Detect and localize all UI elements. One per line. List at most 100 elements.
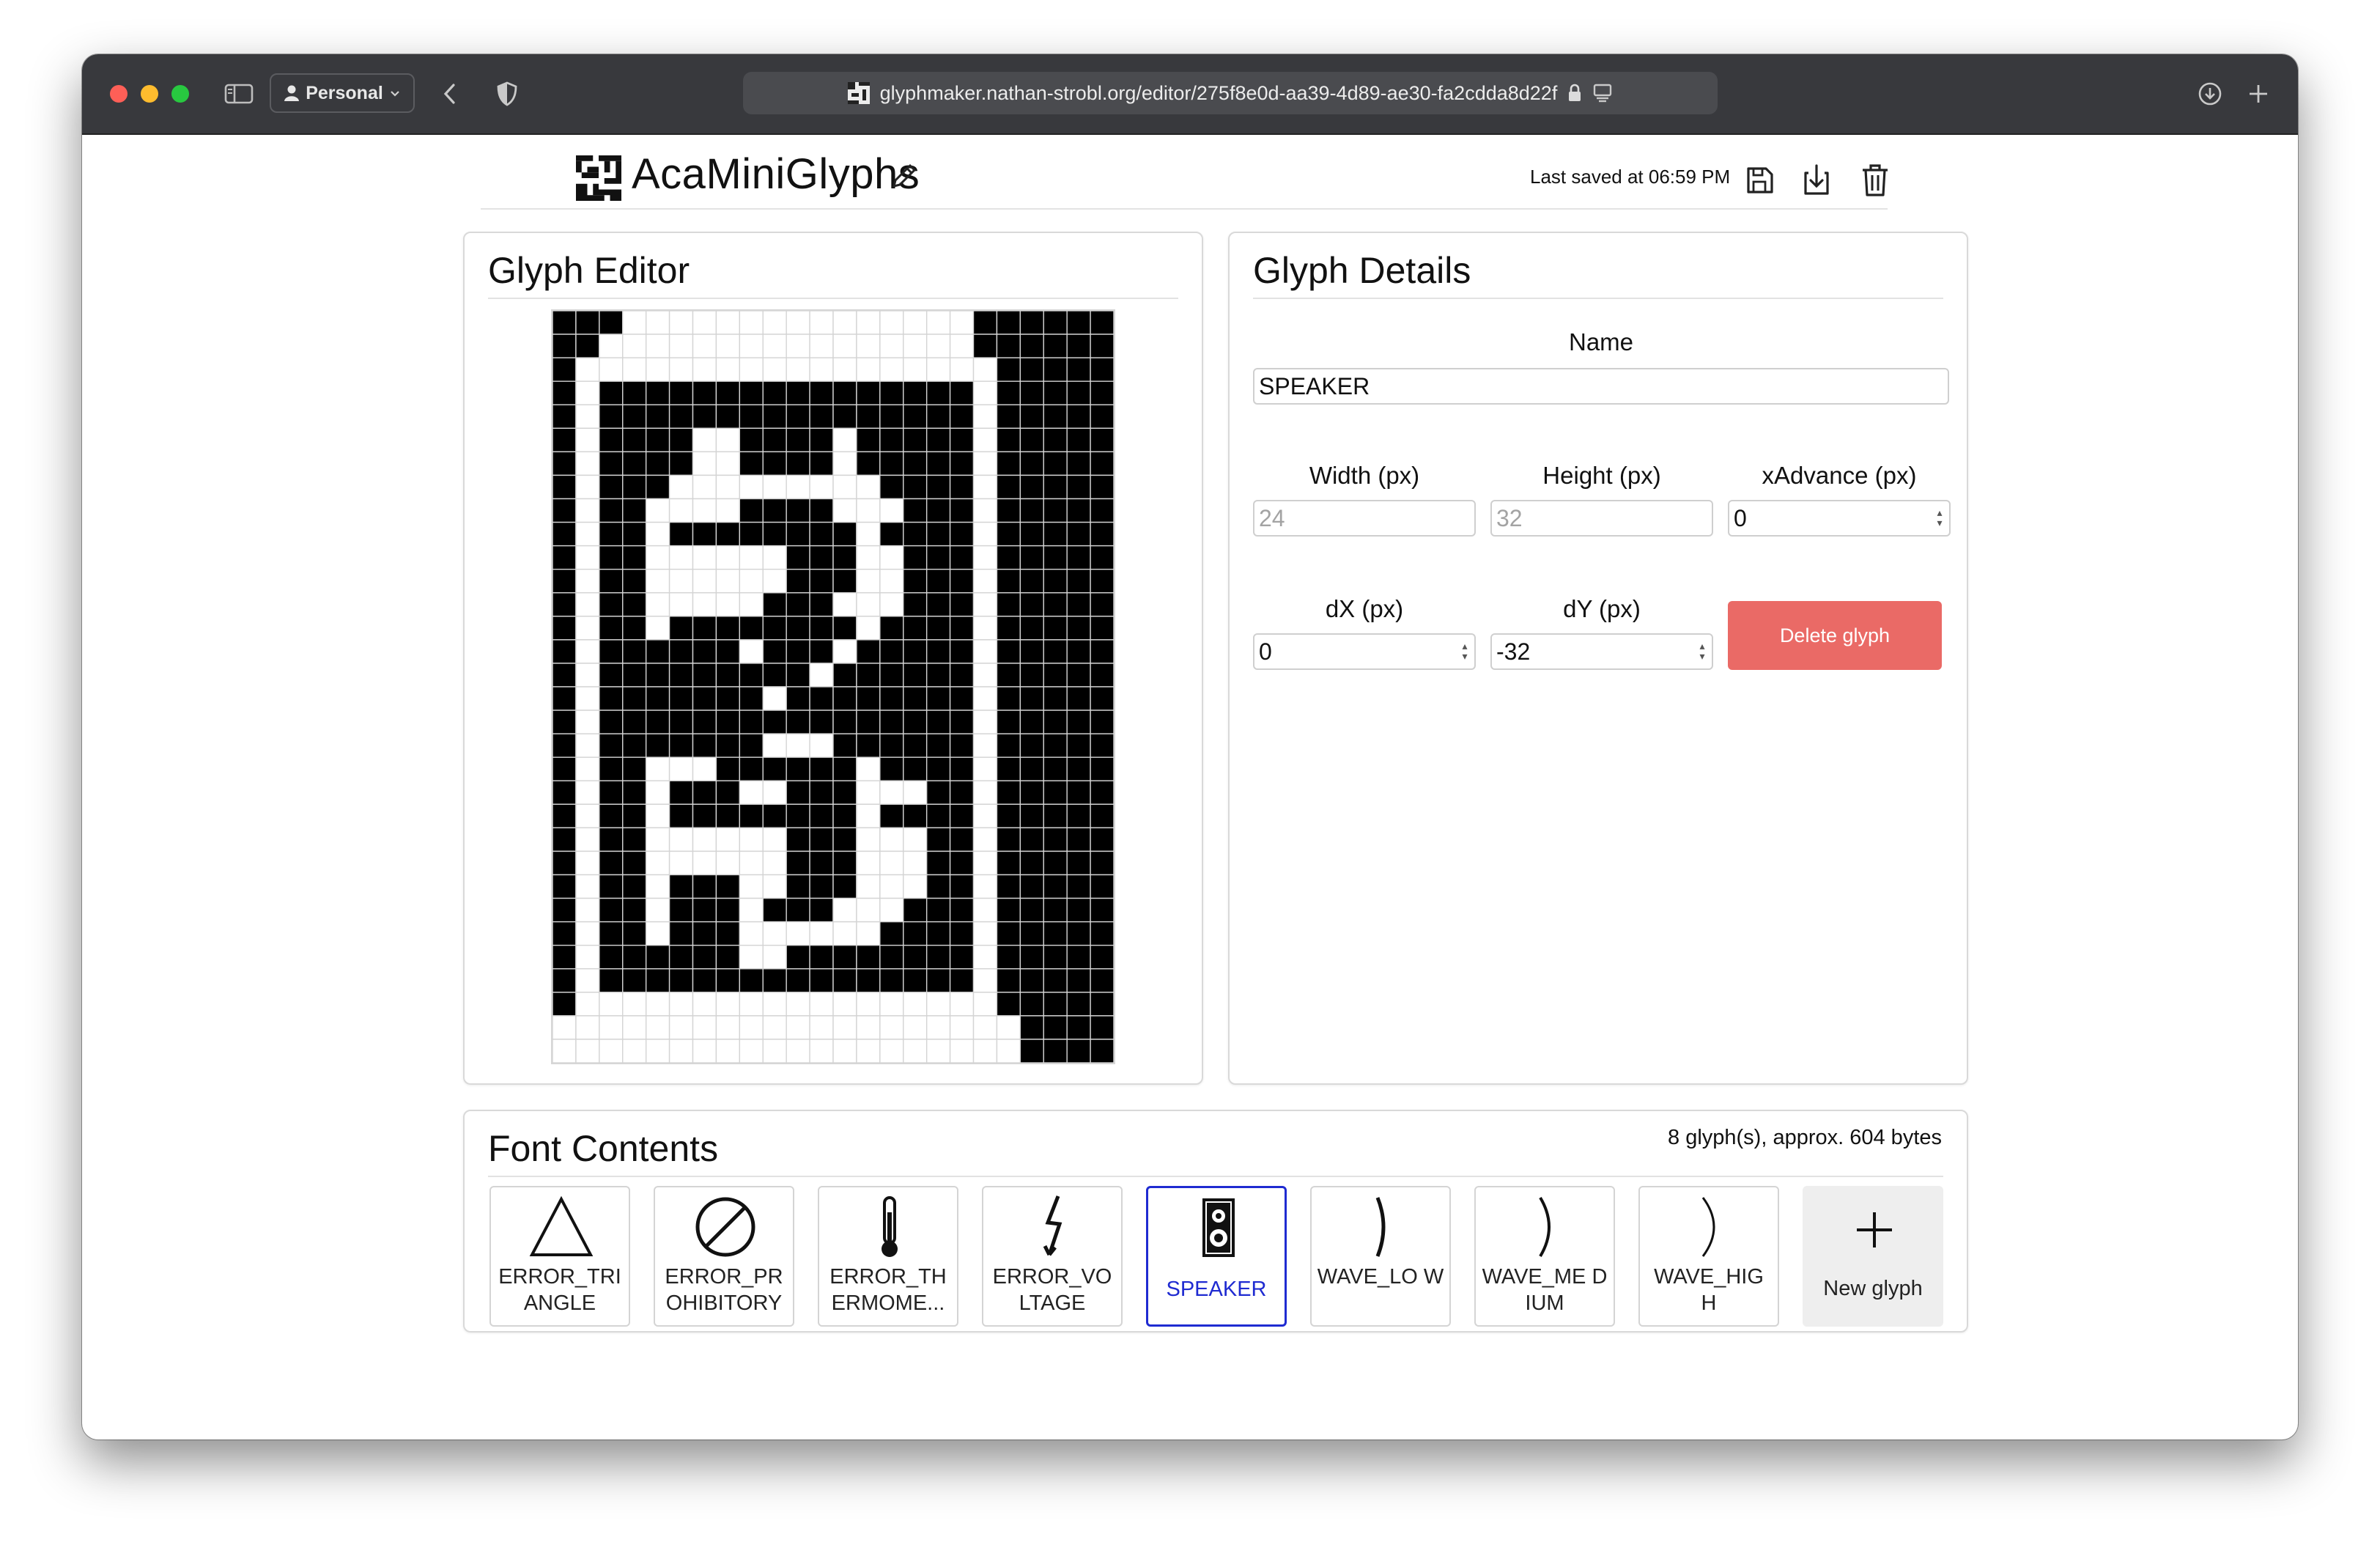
pixel-cell[interactable]: [879, 1015, 904, 1040]
pixel-cell[interactable]: [1090, 639, 1114, 664]
pixel-cell[interactable]: [739, 357, 764, 382]
pixel-cell[interactable]: [832, 803, 857, 829]
pixel-cell[interactable]: [762, 1015, 787, 1040]
pixel-cell[interactable]: [925, 992, 951, 1017]
pixel-cell[interactable]: [668, 451, 694, 476]
name-field[interactable]: [1253, 368, 1949, 405]
pixel-cell[interactable]: [1043, 992, 1068, 1017]
pixel-cell[interactable]: [996, 663, 1021, 688]
pixel-cell[interactable]: [1019, 663, 1044, 688]
pixel-cell[interactable]: [786, 921, 810, 946]
pixel-cell[interactable]: [668, 780, 694, 806]
pixel-cell[interactable]: [996, 874, 1021, 899]
pixel-cell[interactable]: [692, 451, 717, 476]
pixel-cell[interactable]: [809, 756, 834, 781]
pixel-cell[interactable]: [786, 850, 810, 876]
pixel-cell[interactable]: [645, 780, 670, 806]
pixel-cell[interactable]: [599, 756, 624, 781]
pixel-cell[interactable]: [1066, 545, 1091, 570]
pixel-cell[interactable]: [856, 568, 881, 594]
pixel-cell[interactable]: [786, 521, 810, 547]
pixel-cell[interactable]: [1019, 333, 1044, 358]
pixel-cell[interactable]: [925, 592, 951, 617]
pixel-cell[interactable]: [832, 944, 857, 970]
pixel-cell[interactable]: [762, 968, 787, 993]
pixel-cell[interactable]: [903, 874, 928, 899]
pixel-cell[interactable]: [879, 733, 904, 758]
pixel-cell[interactable]: [786, 357, 810, 382]
pixel-cell[interactable]: [715, 663, 741, 688]
pixel-cell[interactable]: [715, 474, 741, 500]
pixel-cell[interactable]: [809, 592, 834, 617]
pixel-cell[interactable]: [972, 968, 998, 993]
pixel-cell[interactable]: [856, 592, 881, 617]
pixel-cell[interactable]: [809, 944, 834, 970]
pixel-cell[interactable]: [692, 992, 717, 1017]
pixel-cell[interactable]: [739, 592, 764, 617]
pixel-cell[interactable]: [622, 944, 647, 970]
pixel-cell[interactable]: [1066, 686, 1091, 711]
pixel-cell[interactable]: [762, 311, 787, 335]
pixel-cell[interactable]: [1090, 357, 1114, 382]
pixel-cell[interactable]: [1019, 827, 1044, 852]
pixel-cell[interactable]: [1090, 592, 1114, 617]
pixel-cell[interactable]: [1043, 968, 1068, 993]
pixel-cell[interactable]: [903, 592, 928, 617]
pixel-cell[interactable]: [692, 663, 717, 688]
pixel-cell[interactable]: [1019, 850, 1044, 876]
pixel-cell[interactable]: [599, 897, 624, 923]
pixel-cell[interactable]: [575, 1039, 600, 1063]
pixel-cell[interactable]: [552, 357, 577, 382]
pixel-cell[interactable]: [949, 568, 975, 594]
pixel-cell[interactable]: [715, 1015, 741, 1040]
pixel-cell[interactable]: [786, 451, 810, 476]
pixel-cell[interactable]: [1066, 380, 1091, 405]
pixel-cell[interactable]: [668, 592, 694, 617]
pixel-cell[interactable]: [1066, 1039, 1091, 1063]
pixel-cell[interactable]: [1043, 944, 1068, 970]
pixel-cell[interactable]: [809, 827, 834, 852]
pixel-cell[interactable]: [1043, 568, 1068, 594]
pixel-cell[interactable]: [1090, 803, 1114, 829]
pixel-cell[interactable]: [575, 780, 600, 806]
pixel-cell[interactable]: [1043, 827, 1068, 852]
pixel-cell[interactable]: [692, 874, 717, 899]
pixel-cell[interactable]: [832, 780, 857, 806]
pixel-cell[interactable]: [809, 427, 834, 453]
pixel-cell[interactable]: [762, 663, 787, 688]
pixel-cell[interactable]: [762, 756, 787, 781]
pixel-cell[interactable]: [645, 404, 670, 430]
pixel-cell[interactable]: [925, 897, 951, 923]
pixel-cell[interactable]: [1090, 663, 1114, 688]
pixel-cell[interactable]: [599, 568, 624, 594]
pixel-cell[interactable]: [972, 404, 998, 430]
pixel-cell[interactable]: [832, 686, 857, 711]
pixel-cell[interactable]: [622, 1039, 647, 1063]
pixel-cell[interactable]: [599, 427, 624, 453]
pixel-cell[interactable]: [972, 545, 998, 570]
pixel-cell[interactable]: [809, 992, 834, 1017]
pixel-cell[interactable]: [552, 850, 577, 876]
pixel-cell[interactable]: [1019, 521, 1044, 547]
pixel-cell[interactable]: [809, 568, 834, 594]
stepper-arrows-icon[interactable]: ▴ ▾: [1696, 639, 1709, 663]
pixel-cell[interactable]: [1043, 921, 1068, 946]
pixel-cell[interactable]: [786, 404, 810, 430]
pixel-cell[interactable]: [809, 1039, 834, 1063]
pixel-cell[interactable]: [762, 545, 787, 570]
pixel-cell[interactable]: [622, 474, 647, 500]
pixel-cell[interactable]: [1066, 451, 1091, 476]
pixel-cell[interactable]: [1019, 498, 1044, 523]
pixel-cell[interactable]: [762, 380, 787, 405]
pixel-cell[interactable]: [1066, 968, 1091, 993]
pixel-cell[interactable]: [1066, 921, 1091, 946]
pixel-cell[interactable]: [715, 404, 741, 430]
pixel-cell[interactable]: [692, 1015, 717, 1040]
pixel-cell[interactable]: [949, 850, 975, 876]
pixel-cell[interactable]: [856, 1039, 881, 1063]
pixel-cell[interactable]: [599, 850, 624, 876]
pixel-cell[interactable]: [879, 427, 904, 453]
pixel-cell[interactable]: [879, 451, 904, 476]
pixel-cell[interactable]: [552, 663, 577, 688]
pixel-cell[interactable]: [1090, 850, 1114, 876]
